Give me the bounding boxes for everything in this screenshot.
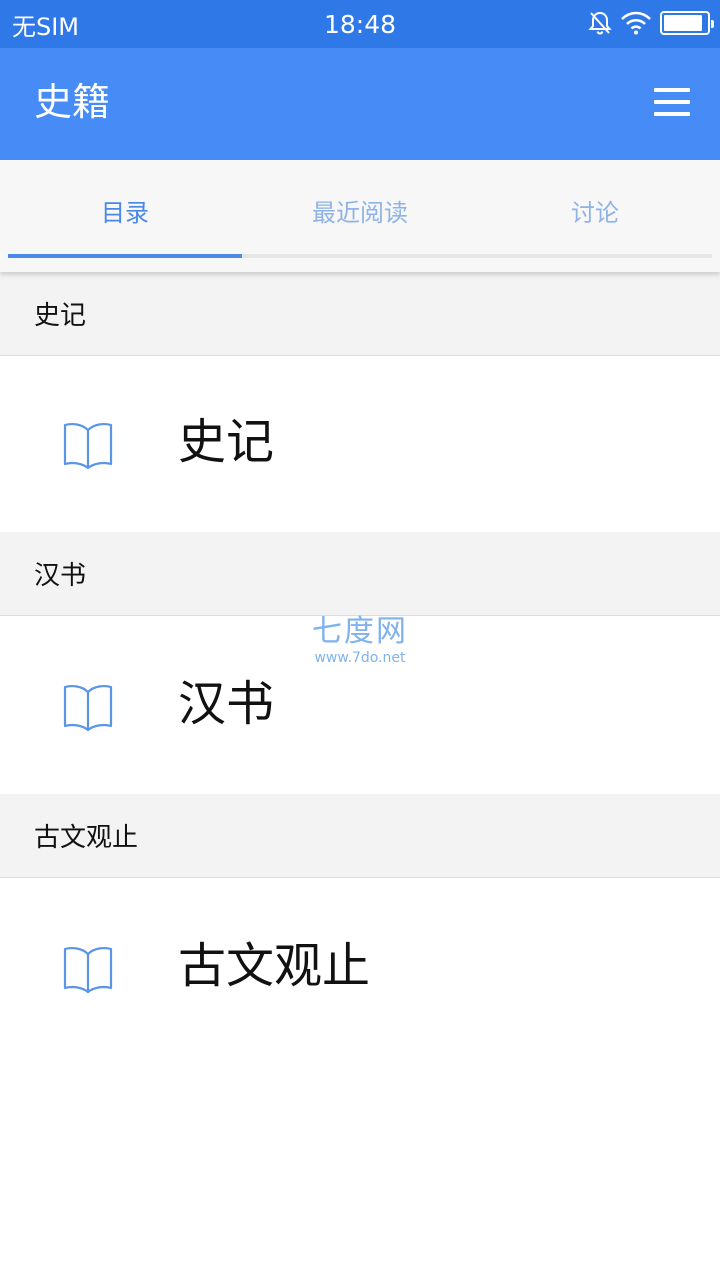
tab-discussion[interactable]: 讨论 bbox=[478, 160, 712, 260]
book-icon bbox=[63, 946, 113, 994]
book-icon bbox=[63, 684, 113, 732]
watermark: 七度网 www.7do.net bbox=[300, 614, 420, 666]
book-title: 史记 bbox=[178, 414, 275, 470]
book-icon bbox=[63, 422, 113, 470]
book-title: 汉书 bbox=[178, 676, 275, 732]
hamburger-menu-icon[interactable] bbox=[654, 88, 694, 120]
mute-bell-icon bbox=[588, 11, 612, 35]
app-bar: 史籍 bbox=[0, 48, 720, 160]
tab-active-indicator bbox=[8, 254, 242, 258]
section-header-hanshu: 汉书 bbox=[0, 532, 720, 616]
watermark-logo: 七度网 bbox=[312, 614, 408, 649]
section-header-guwenguanzhi: 古文观止 bbox=[0, 794, 720, 878]
book-item-guwenguanzhi[interactable]: 古文观止 bbox=[0, 880, 720, 1056]
wifi-icon bbox=[621, 11, 651, 35]
tab-bar: 目录 最近阅读 讨论 bbox=[0, 160, 720, 272]
section-header-shiji: 史记 bbox=[0, 272, 720, 356]
book-title: 古文观止 bbox=[178, 938, 371, 994]
tab-recent-reading[interactable]: 最近阅读 bbox=[243, 160, 477, 260]
battery-icon bbox=[660, 11, 714, 35]
app-title: 史籍 bbox=[34, 80, 111, 124]
book-item-shiji[interactable]: 史记 bbox=[0, 356, 720, 532]
tab-catalog[interactable]: 目录 bbox=[8, 160, 242, 260]
status-icons bbox=[588, 10, 714, 36]
status-bar: 无SIM 18:48 bbox=[0, 0, 720, 48]
watermark-url: www.7do.net bbox=[314, 650, 406, 666]
